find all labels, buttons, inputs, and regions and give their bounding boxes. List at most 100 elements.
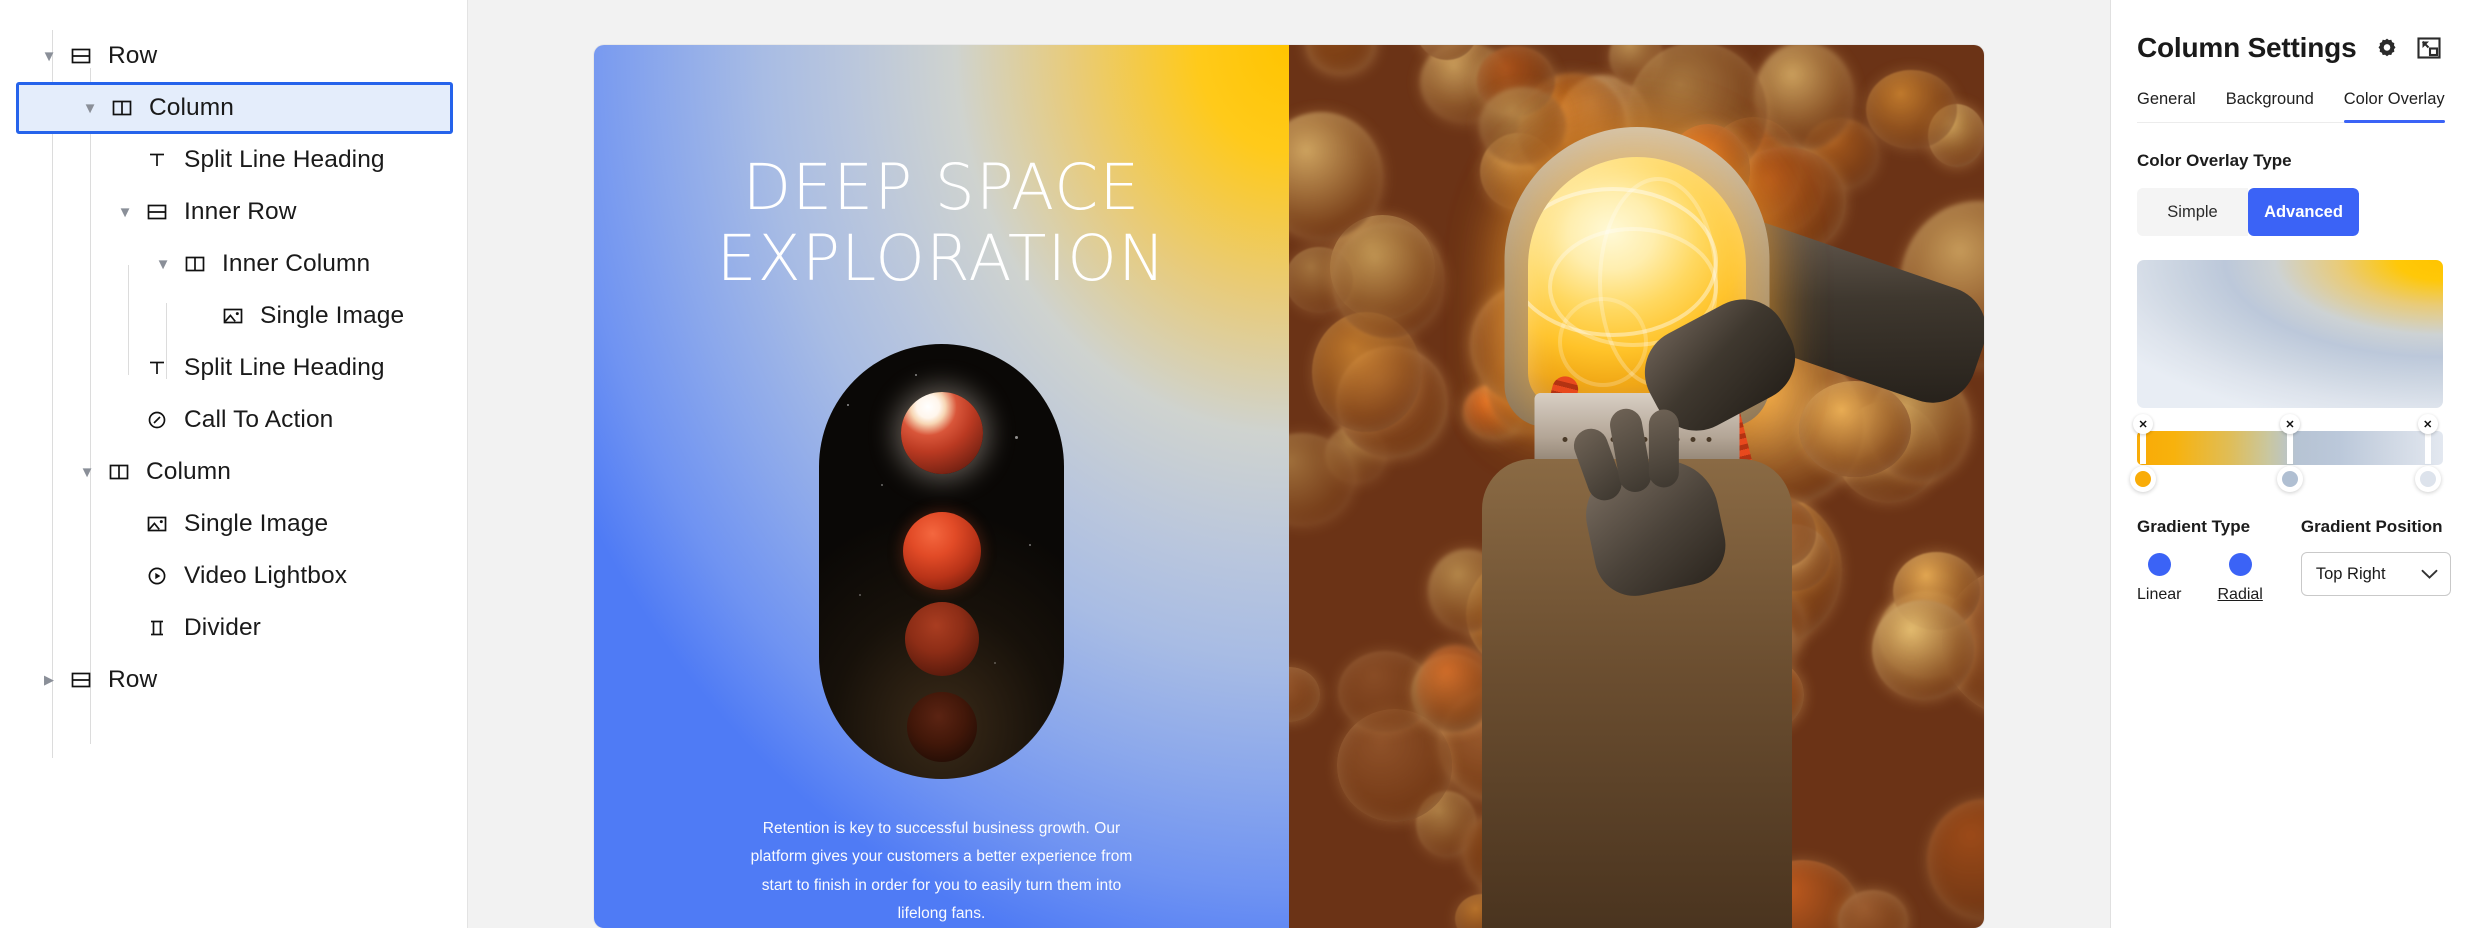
tree-item-label: Row [108, 666, 158, 693]
canvas-column-left[interactable]: DEEP SPACE EXPLORATION Retention is key … [594, 45, 1289, 928]
caret-down-icon[interactable] [110, 204, 140, 221]
image-icon [140, 513, 174, 535]
text-icon [140, 149, 174, 171]
overlay-type-advanced-option[interactable]: Advanced [2248, 188, 2359, 236]
settings-panel: Column Settings General Background Color… [2110, 0, 2468, 928]
tree-item-call-to-action[interactable]: Call To Action [0, 394, 467, 446]
gradient-preview[interactable] [2137, 260, 2443, 408]
gradient-type-group: Gradient Type Linear Radial [2137, 517, 2263, 604]
gradient-type-linear-option[interactable]: Linear [2137, 553, 2181, 604]
play-circle-icon [140, 565, 174, 587]
settings-header-actions [2374, 35, 2442, 61]
link-icon [140, 409, 174, 431]
remove-stop-icon[interactable]: ✕ [2417, 414, 2438, 434]
caret-right-icon[interactable] [34, 672, 64, 688]
tree-item-label: Row [108, 42, 158, 69]
stop-handle-bar[interactable] [2424, 430, 2431, 464]
page-canvas[interactable]: DEEP SPACE EXPLORATION Retention is key … [594, 45, 1984, 928]
text-icon [140, 357, 174, 379]
tab-color-overlay[interactable]: Color Overlay [2343, 86, 2445, 123]
color-overlay-type-label: Color Overlay Type [2137, 151, 2292, 170]
expand-panel-icon[interactable] [2416, 35, 2442, 61]
moon-phase-4 [906, 692, 977, 763]
tree-item-label: Single Image [260, 302, 405, 329]
tree-item-split-line-heading[interactable]: Split Line Heading [0, 342, 467, 394]
column-icon [105, 97, 139, 119]
tree-item-label: Split Line Heading [184, 354, 385, 381]
tab-general[interactable]: General [2137, 86, 2196, 122]
gradient-stop-1[interactable]: ✕ [2130, 414, 2157, 492]
row-icon [140, 201, 174, 223]
linear-radio-icon[interactable] [2147, 553, 2171, 576]
tree-item-label: Single Image [184, 510, 329, 537]
tab-background[interactable]: Background [2226, 86, 2314, 122]
gradient-type-radios: Linear Radial [2137, 553, 2263, 604]
tree-item-label: Inner Row [184, 198, 297, 225]
gradient-stops-slider[interactable]: ✕ ✕ ✕ [2130, 414, 2443, 492]
radial-label: Radial [2217, 586, 2263, 603]
tree-item-label: Column [149, 94, 235, 121]
gear-icon[interactable] [2374, 35, 2400, 61]
gradient-position-value: Top Right [2315, 564, 2386, 583]
tree-item-label: Column [146, 458, 232, 485]
hero-heading-line-2: EXPLORATION [716, 221, 1167, 295]
settings-header: Column Settings [2137, 0, 2442, 64]
stop-color-swatch[interactable] [2414, 466, 2441, 492]
tree-item-split-line-heading[interactable]: Split Line Heading [0, 134, 467, 186]
row-icon [64, 669, 98, 691]
gradient-position-select[interactable]: Top Right [2300, 552, 2451, 596]
page-title: Column Settings [2137, 32, 2357, 63]
hero-heading-line-1: DEEP SPACE [742, 151, 1141, 224]
moon-phase-2 [902, 512, 981, 591]
stop-handle-bar[interactable] [2287, 430, 2293, 464]
remove-stop-icon[interactable]: ✕ [2133, 414, 2154, 434]
moon-phase-1 [900, 392, 983, 475]
tree-item-video-lightbox[interactable]: Video Lightbox [0, 550, 467, 602]
lunar-eclipse-image[interactable] [819, 344, 1064, 780]
tree-item-label: Call To Action [184, 406, 334, 433]
gradient-position-group: Gradient Position Top Right [2300, 517, 2451, 604]
color-overlay-type-toggle[interactable]: Simple Advanced [2137, 188, 2359, 236]
gradient-stop-2[interactable]: ✕ [2277, 414, 2303, 492]
caret-down-icon[interactable] [34, 48, 64, 65]
image-icon [216, 305, 250, 327]
hero-paragraph: Retention is key to successful business … [750, 820, 1133, 922]
tree-item-divider[interactable]: Divider [0, 602, 467, 654]
gradient-controls-row: Gradient Type Linear Radial Gradient Pos… [2137, 517, 2451, 604]
remove-stop-icon[interactable]: ✕ [2280, 414, 2300, 434]
app-root: Row Column Split Line Heading Inner Row Inne… [0, 0, 2468, 928]
overlay-type-simple-option[interactable]: Simple [2137, 188, 2248, 236]
radial-radio-icon[interactable] [2228, 553, 2252, 576]
caret-down-icon[interactable] [72, 464, 102, 481]
layers-tree-panel: Row Column Split Line Heading Inner Row Inne… [0, 0, 468, 928]
stop-color-swatch[interactable] [2130, 466, 2157, 492]
canvas-column-right[interactable] [1289, 45, 1984, 928]
hero-heading: DEEP SPACE EXPLORATION [716, 151, 1167, 295]
stop-color-swatch[interactable] [2277, 466, 2303, 492]
canvas-area: DEEP SPACE EXPLORATION Retention is key … [468, 0, 2110, 928]
tree-item-row[interactable]: Row [0, 30, 467, 82]
gradient-type-radial-option[interactable]: Radial [2217, 553, 2263, 604]
moon-phase-3 [904, 602, 979, 677]
tree-item-label: Split Line Heading [184, 146, 385, 173]
tree-item-column[interactable]: Column [0, 446, 467, 498]
tree-item-column[interactable]: Column [16, 82, 453, 134]
chevron-down-icon [2421, 569, 2438, 580]
tree-item-inner-row[interactable]: Inner Row [0, 186, 467, 238]
tree-item-single-image[interactable]: Single Image [0, 290, 467, 342]
tree-item-row[interactable]: Row [0, 654, 467, 706]
row-icon [64, 45, 98, 67]
divider-icon [140, 617, 174, 639]
layers-tree: Row Column Split Line Heading Inner Row Inne… [0, 30, 467, 706]
astronaut-figure [1289, 45, 1984, 928]
gradient-position-label: Gradient Position [2300, 517, 2443, 536]
caret-down-icon[interactable] [148, 256, 178, 273]
gradient-stop-3[interactable]: ✕ [2414, 414, 2441, 492]
caret-down-icon[interactable] [75, 100, 105, 117]
tree-item-label: Inner Column [222, 250, 371, 277]
tree-item-label: Video Lightbox [184, 562, 348, 589]
tree-item-inner-column[interactable]: Inner Column [0, 238, 467, 290]
tree-item-single-image[interactable]: Single Image [0, 498, 467, 550]
stop-handle-bar[interactable] [2140, 430, 2147, 464]
column-icon [178, 253, 212, 275]
